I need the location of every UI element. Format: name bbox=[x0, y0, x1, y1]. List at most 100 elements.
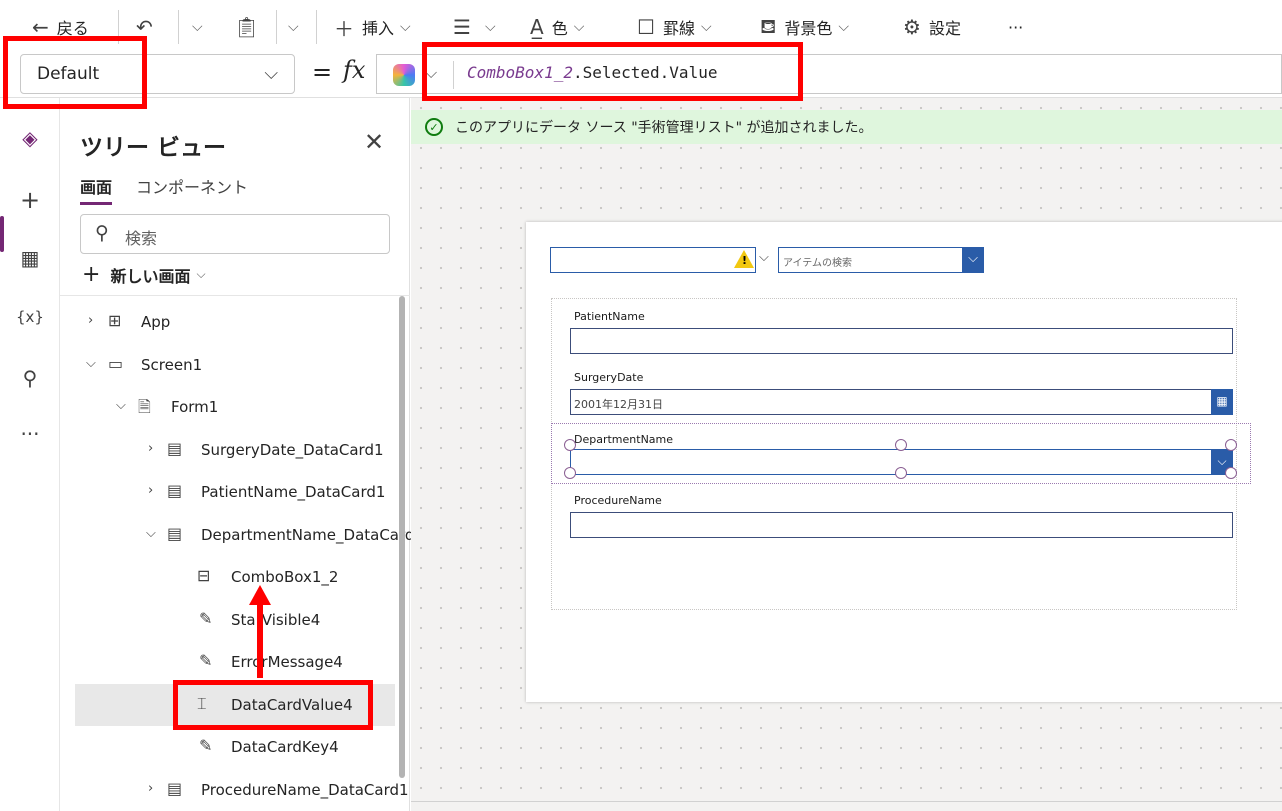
tree-node-label: DataCardKey4 bbox=[231, 738, 339, 756]
insert-label: 挿入 bbox=[362, 19, 395, 38]
gear-icon: ⚙ bbox=[903, 15, 921, 39]
tree-node-label: StarVisible4 bbox=[231, 611, 321, 629]
chevron-down-icon[interactable]: ⌵ bbox=[146, 526, 156, 541]
divider bbox=[60, 295, 410, 296]
border-button[interactable]: ☐ 罫線 ⌵ bbox=[637, 10, 712, 44]
card-icon: ▤ bbox=[167, 439, 183, 458]
tree-node-label: ProcedureName_DataCard1 bbox=[201, 781, 409, 799]
canvas-footer bbox=[411, 801, 1282, 811]
tree-node-label-control[interactable]: ✎ StarVisible4 bbox=[60, 599, 395, 641]
field-label: ProcedureName bbox=[574, 494, 662, 507]
chevron-down-icon: ⌵ bbox=[192, 19, 203, 35]
chevron-down-icon: ⌵ bbox=[196, 267, 206, 281]
chevron-down-icon[interactable]: ⌵ bbox=[759, 250, 769, 265]
field-label: PatientName bbox=[574, 310, 645, 323]
color-button[interactable]: A̲ 色 ⌵ bbox=[530, 10, 584, 44]
tree-node-form[interactable]: ⌵ 🗎︎ Form1 bbox=[60, 386, 395, 428]
combobox-1[interactable]: ! bbox=[550, 247, 756, 273]
tree-node-label: ErrorMessage4 bbox=[231, 653, 343, 671]
resize-handle[interactable] bbox=[564, 467, 576, 479]
chevron-down-icon[interactable]: ⌵ bbox=[86, 356, 96, 371]
fill-button[interactable]: ⛾ 背景色 ⌵ bbox=[760, 10, 849, 44]
design-canvas[interactable]: ✓ このアプリにデータ ソース "手術管理リスト" が追加されました。 ! ⌵ … bbox=[411, 98, 1282, 811]
warning-icon: ! bbox=[734, 250, 754, 268]
chevron-down-icon: ⌵ bbox=[264, 63, 278, 84]
align-icon: ☰ bbox=[453, 15, 471, 39]
table-icon[interactable]: ▦ bbox=[0, 246, 60, 270]
resize-handle[interactable] bbox=[895, 439, 907, 451]
tree-node-datacard[interactable]: › ▤ SurgeryDate_DataCard1 bbox=[60, 429, 395, 471]
fx-icon: fx bbox=[343, 56, 366, 84]
paste-menu-button[interactable]: ⌵ bbox=[282, 10, 299, 44]
chevron-right-icon[interactable]: › bbox=[148, 441, 153, 456]
resize-handle[interactable] bbox=[895, 467, 907, 479]
chevron-right-icon[interactable]: › bbox=[148, 483, 153, 498]
divider bbox=[178, 10, 179, 44]
notification-bar: ✓ このアプリにデータ ソース "手術管理リスト" が追加されました。 bbox=[411, 110, 1282, 144]
insert-button[interactable]: ＋ 挿入 ⌵ bbox=[334, 10, 411, 44]
more-icon[interactable]: ··· bbox=[0, 422, 60, 446]
paste-button[interactable]: 📋︎ bbox=[234, 10, 267, 44]
surgery-date-picker[interactable]: 2001年12月31日 ▦ bbox=[570, 389, 1233, 415]
annotation-arrowhead bbox=[249, 585, 271, 605]
resize-handle[interactable] bbox=[1225, 439, 1237, 451]
search-icon[interactable]: ⚲ bbox=[0, 366, 60, 390]
tree-node-label: App bbox=[141, 313, 171, 331]
variables-icon[interactable]: {x} bbox=[0, 308, 60, 326]
new-screen-button[interactable]: + 新しい画面 ⌵ bbox=[82, 262, 206, 287]
tab-components[interactable]: コンポーネント bbox=[136, 174, 248, 198]
tree-node-datacard[interactable]: › ▤ ProcedureName_DataCard1 bbox=[60, 769, 409, 811]
plus-icon: + bbox=[82, 262, 101, 287]
card-icon: ▤ bbox=[167, 779, 183, 798]
chevron-right-icon[interactable]: › bbox=[148, 781, 153, 796]
department-datacard[interactable]: DepartmentName ⌵ bbox=[551, 423, 1251, 484]
combobox-icon: ⊟ bbox=[197, 566, 211, 585]
chevron-down-icon[interactable]: ⌵ bbox=[962, 247, 984, 273]
tree-node-label-control[interactable]: ✎ ErrorMessage4 bbox=[60, 641, 395, 683]
copilot-icon[interactable] bbox=[393, 64, 415, 86]
more-button[interactable]: ··· bbox=[1008, 10, 1023, 44]
plus-icon[interactable]: + bbox=[0, 186, 60, 214]
resize-handle[interactable] bbox=[1225, 467, 1237, 479]
border-icon: ☐ bbox=[637, 15, 655, 39]
resize-handle[interactable] bbox=[564, 439, 576, 451]
tree-node-label: SurgeryDate_DataCard1 bbox=[201, 441, 384, 459]
edit-form[interactable]: PatientName SurgeryDate 2001年12月31日 ▦ De… bbox=[551, 298, 1251, 610]
chevron-down-icon: ⌵ bbox=[484, 19, 496, 35]
chevron-down-icon: ⌵ bbox=[400, 19, 411, 35]
tree-node-screen[interactable]: ⌵ ▭ Screen1 bbox=[60, 344, 395, 386]
chevron-down-icon: ⌵ bbox=[288, 19, 299, 35]
chevron-down-icon: ⌵ bbox=[700, 19, 712, 35]
divider bbox=[316, 10, 317, 44]
fill-label: 背景色 bbox=[784, 19, 833, 38]
annotation-box bbox=[173, 680, 373, 730]
calendar-icon[interactable]: ▦ bbox=[1211, 389, 1233, 415]
chevron-right-icon[interactable]: › bbox=[88, 313, 93, 328]
edit-icon: ✎ bbox=[199, 736, 213, 755]
procedure-name-input[interactable] bbox=[570, 512, 1233, 538]
divider bbox=[276, 10, 277, 44]
tree-node-app[interactable]: › ⊞ App bbox=[60, 301, 395, 343]
undo-menu-button[interactable]: ⌵ bbox=[186, 10, 203, 44]
tree-node-datacard[interactable]: ⌵ ▤ DepartmentName_DataCard1 bbox=[60, 514, 424, 556]
combobox-search[interactable]: アイテムの検索 ⌵ bbox=[778, 247, 984, 273]
close-icon[interactable]: ✕ bbox=[364, 128, 384, 156]
annotation-box bbox=[422, 42, 803, 101]
settings-button[interactable]: ⚙ 設定 bbox=[903, 10, 961, 44]
search-input[interactable]: ⚲ 検索 bbox=[80, 214, 390, 254]
chevron-down-icon[interactable]: ⌵ bbox=[116, 398, 126, 413]
tree-node-label: ComboBox1_2 bbox=[231, 568, 339, 586]
annotation-arrow bbox=[257, 598, 263, 678]
tree-node-label-control[interactable]: ✎ DataCardKey4 bbox=[60, 726, 395, 768]
tree-node-combobox[interactable]: ⊟ ComboBox1_2 bbox=[60, 556, 395, 598]
align-button[interactable]: ☰ ⌵ bbox=[453, 10, 496, 44]
tab-screens[interactable]: 画面 bbox=[80, 174, 113, 205]
tree-node-datacard[interactable]: › ▤ PatientName_DataCard1 bbox=[60, 471, 395, 513]
scrollbar[interactable] bbox=[399, 296, 405, 778]
app-screen[interactable]: ! ⌵ アイテムの検索 ⌵ PatientName SurgeryDate 20… bbox=[526, 222, 1282, 702]
left-rail: ◈ + ▦ {x} ⚲ ··· bbox=[0, 98, 60, 811]
patient-name-input[interactable] bbox=[570, 328, 1233, 354]
layers-icon[interactable]: ◈ bbox=[0, 126, 60, 150]
tree-node-label: Form1 bbox=[171, 398, 219, 416]
date-value: 2001年12月31日 bbox=[574, 398, 663, 411]
